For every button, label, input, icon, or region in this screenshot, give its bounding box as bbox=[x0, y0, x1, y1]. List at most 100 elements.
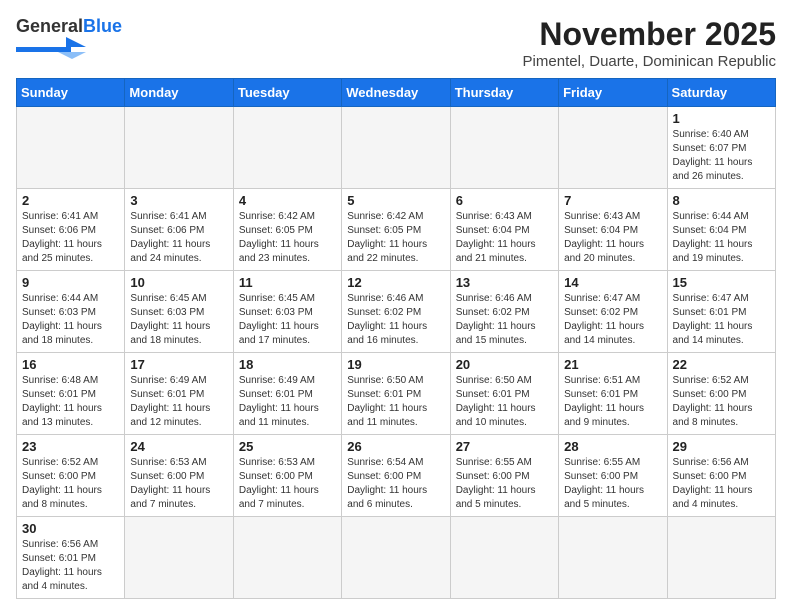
day-info: Sunrise: 6:43 AM Sunset: 6:04 PM Dayligh… bbox=[564, 210, 661, 266]
calendar-cell bbox=[342, 107, 450, 189]
calendar-cell bbox=[450, 517, 558, 599]
day-info: Sunrise: 6:48 AM Sunset: 6:01 PM Dayligh… bbox=[22, 374, 119, 430]
day-info: Sunrise: 6:51 AM Sunset: 6:01 PM Dayligh… bbox=[564, 374, 661, 430]
calendar-cell bbox=[233, 517, 341, 599]
logo-graphic bbox=[16, 37, 86, 59]
day-number: 27 bbox=[456, 439, 553, 454]
day-info: Sunrise: 6:49 AM Sunset: 6:01 PM Dayligh… bbox=[130, 374, 227, 430]
calendar-cell: 27 Sunrise: 6:55 AM Sunset: 6:00 PM Dayli… bbox=[450, 435, 558, 517]
calendar-cell: 12 Sunrise: 6:46 AM Sunset: 6:02 PM Dayli… bbox=[342, 271, 450, 353]
day-number: 10 bbox=[130, 275, 227, 290]
calendar-cell: 22 Sunrise: 6:52 AM Sunset: 6:00 PM Dayli… bbox=[667, 353, 775, 435]
day-info: Sunrise: 6:50 AM Sunset: 6:01 PM Dayligh… bbox=[456, 374, 553, 430]
calendar-cell: 15Sunrise: 6:47 AM Sunset: 6:01 PM Dayli… bbox=[667, 271, 775, 353]
page-header: General Blue November 2025 Pimentel, Dua… bbox=[16, 16, 776, 70]
day-info: Sunrise: 6:55 AM Sunset: 6:00 PM Dayligh… bbox=[456, 456, 553, 512]
day-number: 16 bbox=[22, 357, 119, 372]
day-number: 28 bbox=[564, 439, 661, 454]
day-number: 20 bbox=[456, 357, 553, 372]
day-info: Sunrise: 6:49 AM Sunset: 6:01 PM Dayligh… bbox=[239, 374, 336, 430]
logo-text-general: General bbox=[16, 16, 83, 37]
day-number: 12 bbox=[347, 275, 444, 290]
day-info: Sunrise: 6:46 AM Sunset: 6:02 PM Dayligh… bbox=[347, 292, 444, 348]
col-header-friday: Friday bbox=[559, 79, 667, 107]
col-header-monday: Monday bbox=[125, 79, 233, 107]
day-number: 9 bbox=[22, 275, 119, 290]
day-info: Sunrise: 6:41 AM Sunset: 6:06 PM Dayligh… bbox=[130, 210, 227, 266]
calendar-cell bbox=[559, 517, 667, 599]
location-subtitle: Pimentel, Duarte, Dominican Republic bbox=[523, 53, 776, 70]
day-number: 18 bbox=[239, 357, 336, 372]
calendar-cell: 3 Sunrise: 6:41 AM Sunset: 6:06 PM Daylig… bbox=[125, 189, 233, 271]
day-number: 15 bbox=[673, 275, 770, 290]
day-number: 25 bbox=[239, 439, 336, 454]
month-title: November 2025 bbox=[523, 16, 776, 53]
calendar-cell: 28 Sunrise: 6:55 AM Sunset: 6:00 PM Dayli… bbox=[559, 435, 667, 517]
calendar-cell bbox=[17, 107, 125, 189]
logo: General Blue bbox=[16, 16, 122, 59]
calendar-cell: 5Sunrise: 6:42 AM Sunset: 6:05 PM Daylig… bbox=[342, 189, 450, 271]
col-header-wednesday: Wednesday bbox=[342, 79, 450, 107]
calendar-cell bbox=[233, 107, 341, 189]
calendar-header-row: SundayMondayTuesdayWednesdayThursdayFrid… bbox=[17, 79, 776, 107]
day-number: 22 bbox=[673, 357, 770, 372]
day-info: Sunrise: 6:47 AM Sunset: 6:02 PM Dayligh… bbox=[564, 292, 661, 348]
day-info: Sunrise: 6:45 AM Sunset: 6:03 PM Dayligh… bbox=[239, 292, 336, 348]
day-number: 6 bbox=[456, 193, 553, 208]
calendar-cell: 16 Sunrise: 6:48 AM Sunset: 6:01 PM Dayli… bbox=[17, 353, 125, 435]
col-header-thursday: Thursday bbox=[450, 79, 558, 107]
calendar-cell: 26Sunrise: 6:54 AM Sunset: 6:00 PM Dayli… bbox=[342, 435, 450, 517]
title-section: November 2025 Pimentel, Duarte, Dominica… bbox=[523, 16, 776, 70]
day-number: 26 bbox=[347, 439, 444, 454]
calendar-cell bbox=[125, 107, 233, 189]
day-info: Sunrise: 6:44 AM Sunset: 6:03 PM Dayligh… bbox=[22, 292, 119, 348]
logo-text-blue: Blue bbox=[83, 16, 122, 37]
day-info: Sunrise: 6:50 AM Sunset: 6:01 PM Dayligh… bbox=[347, 374, 444, 430]
calendar-cell: 9 Sunrise: 6:44 AM Sunset: 6:03 PM Daylig… bbox=[17, 271, 125, 353]
day-number: 3 bbox=[130, 193, 227, 208]
calendar-cell bbox=[342, 517, 450, 599]
calendar-week-row: 9 Sunrise: 6:44 AM Sunset: 6:03 PM Daylig… bbox=[17, 271, 776, 353]
day-info: Sunrise: 6:56 AM Sunset: 6:00 PM Dayligh… bbox=[673, 456, 770, 512]
calendar-cell: 4Sunrise: 6:42 AM Sunset: 6:05 PM Daylig… bbox=[233, 189, 341, 271]
calendar-cell: 30Sunrise: 6:56 AM Sunset: 6:01 PM Dayli… bbox=[17, 517, 125, 599]
day-number: 2 bbox=[22, 193, 119, 208]
calendar-week-row: 30Sunrise: 6:56 AM Sunset: 6:01 PM Dayli… bbox=[17, 517, 776, 599]
day-number: 8 bbox=[673, 193, 770, 208]
day-number: 24 bbox=[130, 439, 227, 454]
calendar-cell: 29Sunrise: 6:56 AM Sunset: 6:00 PM Dayli… bbox=[667, 435, 775, 517]
calendar-cell: 10Sunrise: 6:45 AM Sunset: 6:03 PM Dayli… bbox=[125, 271, 233, 353]
calendar-week-row: 23Sunrise: 6:52 AM Sunset: 6:00 PM Dayli… bbox=[17, 435, 776, 517]
day-info: Sunrise: 6:46 AM Sunset: 6:02 PM Dayligh… bbox=[456, 292, 553, 348]
calendar-cell bbox=[125, 517, 233, 599]
day-info: Sunrise: 6:52 AM Sunset: 6:00 PM Dayligh… bbox=[673, 374, 770, 430]
day-number: 17 bbox=[130, 357, 227, 372]
day-info: Sunrise: 6:42 AM Sunset: 6:05 PM Dayligh… bbox=[239, 210, 336, 266]
calendar-cell: 13Sunrise: 6:46 AM Sunset: 6:02 PM Dayli… bbox=[450, 271, 558, 353]
day-number: 21 bbox=[564, 357, 661, 372]
calendar-cell: 6Sunrise: 6:43 AM Sunset: 6:04 PM Daylig… bbox=[450, 189, 558, 271]
calendar-cell: 11 Sunrise: 6:45 AM Sunset: 6:03 PM Dayli… bbox=[233, 271, 341, 353]
day-number: 11 bbox=[239, 275, 336, 290]
col-header-saturday: Saturday bbox=[667, 79, 775, 107]
calendar-cell: 20 Sunrise: 6:50 AM Sunset: 6:01 PM Dayli… bbox=[450, 353, 558, 435]
calendar-week-row: 1Sunrise: 6:40 AM Sunset: 6:07 PM Daylig… bbox=[17, 107, 776, 189]
day-info: Sunrise: 6:53 AM Sunset: 6:00 PM Dayligh… bbox=[130, 456, 227, 512]
day-number: 1 bbox=[673, 111, 770, 126]
calendar-cell bbox=[450, 107, 558, 189]
calendar-cell bbox=[559, 107, 667, 189]
calendar-cell: 14 Sunrise: 6:47 AM Sunset: 6:02 PM Dayli… bbox=[559, 271, 667, 353]
calendar-cell bbox=[667, 517, 775, 599]
day-number: 14 bbox=[564, 275, 661, 290]
day-info: Sunrise: 6:55 AM Sunset: 6:00 PM Dayligh… bbox=[564, 456, 661, 512]
calendar-cell: 18 Sunrise: 6:49 AM Sunset: 6:01 PM Dayli… bbox=[233, 353, 341, 435]
calendar-cell: 19Sunrise: 6:50 AM Sunset: 6:01 PM Dayli… bbox=[342, 353, 450, 435]
calendar-cell: 21 Sunrise: 6:51 AM Sunset: 6:01 PM Dayli… bbox=[559, 353, 667, 435]
day-number: 30 bbox=[22, 521, 119, 536]
day-info: Sunrise: 6:53 AM Sunset: 6:00 PM Dayligh… bbox=[239, 456, 336, 512]
col-header-sunday: Sunday bbox=[17, 79, 125, 107]
calendar-cell: 17 Sunrise: 6:49 AM Sunset: 6:01 PM Dayli… bbox=[125, 353, 233, 435]
day-info: Sunrise: 6:52 AM Sunset: 6:00 PM Dayligh… bbox=[22, 456, 119, 512]
day-number: 7 bbox=[564, 193, 661, 208]
calendar-table: SundayMondayTuesdayWednesdayThursdayFrid… bbox=[16, 78, 776, 599]
